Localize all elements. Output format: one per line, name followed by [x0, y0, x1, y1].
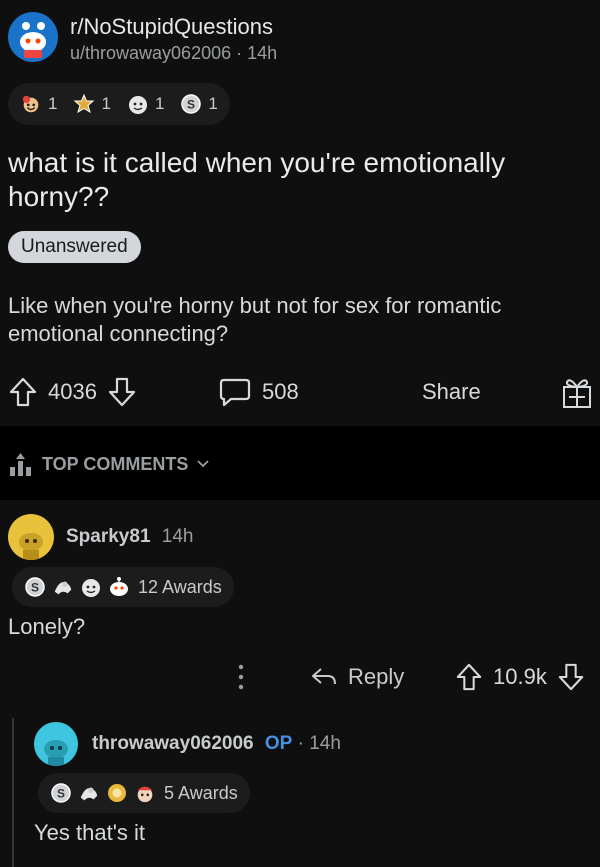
- awards-count-label: 5 Awards: [164, 782, 238, 803]
- svg-text:S: S: [187, 98, 195, 112]
- reply-avatar[interactable]: [34, 722, 78, 766]
- wholesome-face-award-icon: [127, 93, 149, 115]
- comment-count: 508: [262, 379, 299, 404]
- post-body: Like when you're horny but not for sex f…: [8, 293, 502, 346]
- heartwarming-face-award-icon: [134, 782, 156, 804]
- upvote-icon[interactable]: [8, 376, 38, 408]
- op-badge: OP: [264, 733, 293, 754]
- subreddit-name[interactable]: r/NoStupidQuestions: [70, 14, 273, 40]
- downvote-icon[interactable]: [557, 662, 585, 692]
- more-options-icon[interactable]: [235, 662, 247, 692]
- thread-line[interactable]: [12, 718, 14, 867]
- post-meta: u/throwaway062006 · 14h: [70, 43, 278, 63]
- reply-button[interactable]: Reply: [310, 658, 404, 696]
- wholesome-face-award-icon: [80, 576, 102, 598]
- subreddit-avatar[interactable]: [8, 12, 58, 62]
- award-count: 1: [101, 94, 111, 113]
- give-award-gift-icon[interactable]: [560, 374, 594, 410]
- award-count: 1: [154, 94, 165, 113]
- top-sort-icon: [8, 451, 34, 477]
- comment-body: Lonely?: [8, 614, 86, 639]
- post-awards[interactable]: 1 1 1 S 1: [8, 83, 230, 125]
- hug-award-icon: [52, 576, 74, 598]
- comment-author[interactable]: Sparky81: [66, 526, 151, 547]
- sunflower-award-icon: [106, 782, 128, 804]
- chevron-down-icon: [196, 459, 210, 469]
- reply-meta: throwaway062006 OP · 14h: [92, 733, 341, 754]
- silver-coin-award-icon: S: [50, 782, 72, 804]
- comment-bubble-icon: [218, 376, 252, 408]
- silver-coin-award-icon: S: [24, 576, 46, 598]
- sort-selector[interactable]: TOP COMMENTS: [8, 451, 210, 477]
- star-badge-award-icon: [73, 93, 95, 115]
- comment-vote-bar: 10.9k: [455, 658, 585, 696]
- comment-awards[interactable]: S 12 Awards: [12, 567, 234, 607]
- post-flair[interactable]: Unanswered: [8, 231, 141, 263]
- snoo-face-award-icon: [108, 576, 130, 598]
- sort-label: TOP COMMENTS: [42, 453, 189, 474]
- downvote-icon[interactable]: [107, 376, 137, 408]
- laughing-face-award-icon: [20, 93, 42, 115]
- share-button[interactable]: Share: [422, 372, 481, 412]
- upvote-icon[interactable]: [455, 662, 483, 692]
- award-count: 1: [48, 94, 58, 113]
- reply-body: Yes that's it: [34, 820, 146, 845]
- award-count: 1: [208, 94, 218, 113]
- post-author[interactable]: u/throwaway062006: [70, 43, 231, 63]
- post-score: 4036: [48, 379, 97, 404]
- comment-score: 10.9k: [493, 664, 547, 689]
- reply-age: 14h: [309, 733, 341, 754]
- commenter-avatar[interactable]: [8, 514, 54, 560]
- post-title[interactable]: what is it called when you're emotionall…: [8, 146, 578, 214]
- svg-text:S: S: [31, 581, 39, 595]
- comment-meta: Sparky81 14h: [66, 526, 194, 548]
- post-age: 14h: [247, 43, 278, 63]
- post-vote-bar: 4036: [8, 372, 137, 412]
- reply-label: Reply: [348, 664, 405, 689]
- hug-award-icon: [78, 782, 100, 804]
- comment-age: 14h: [161, 526, 194, 547]
- comments-button[interactable]: 508: [218, 372, 299, 412]
- svg-text:S: S: [57, 787, 65, 801]
- reply-author[interactable]: throwaway062006: [92, 733, 254, 754]
- awards-count-label: 12 Awards: [138, 576, 222, 597]
- silver-coin-award-icon: S: [180, 93, 202, 115]
- reply-arrow-icon: [310, 666, 338, 688]
- reply-awards[interactable]: S 5 Awards: [38, 773, 250, 813]
